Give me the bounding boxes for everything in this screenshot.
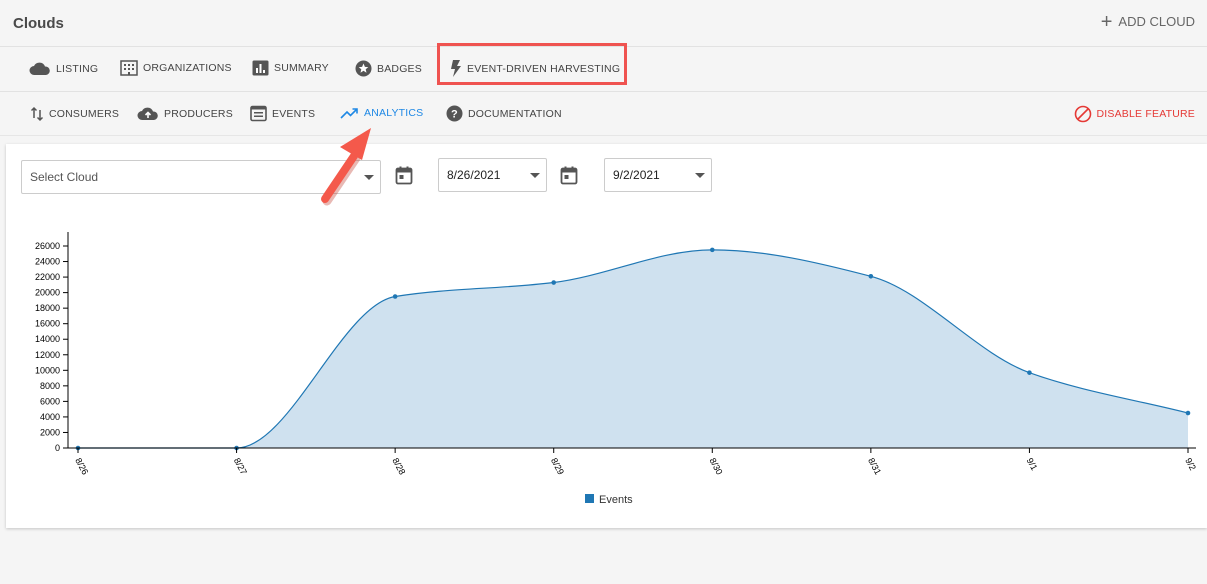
chevron-down-icon xyxy=(364,175,374,180)
cloud-icon xyxy=(29,62,50,75)
cloud-upload-icon xyxy=(137,107,158,120)
calendar-icon[interactable] xyxy=(395,166,413,185)
disable-feature-label: DISABLE FEATURE xyxy=(1096,108,1195,120)
nav-consumers[interactable]: CONSUMERS xyxy=(30,106,119,122)
nav-label: EVENTS xyxy=(272,107,316,120)
list-box-icon xyxy=(250,105,267,122)
chevron-down-icon xyxy=(695,173,705,178)
nav-label: CONSUMERS xyxy=(49,108,120,120)
add-cloud-button[interactable]: + ADD CLOUD xyxy=(1100,10,1195,33)
nav-listing[interactable]: LISTING xyxy=(29,62,98,76)
nav-analytics[interactable]: ANALYTICS xyxy=(340,107,423,119)
nav-organizations[interactable]: ORGANIZATIONS xyxy=(120,60,232,76)
trending-up-icon xyxy=(340,108,358,119)
nav-events[interactable]: EVENTS xyxy=(250,105,315,122)
plus-icon: + xyxy=(1100,10,1113,33)
end-date-select[interactable]: 9/2/2021 xyxy=(604,158,712,192)
building-icon xyxy=(120,60,138,76)
svg-text:?: ? xyxy=(451,109,458,121)
block-icon xyxy=(1074,105,1091,123)
star-badge-icon xyxy=(355,60,372,77)
help-circle-icon: ? xyxy=(446,105,463,122)
start-date-value: 8/26/2021 xyxy=(447,168,501,182)
end-date-value: 9/2/2021 xyxy=(613,168,660,182)
cloud-select-placeholder: Select Cloud xyxy=(30,170,99,184)
page-title: Clouds xyxy=(13,15,64,32)
add-cloud-label: ADD CLOUD xyxy=(1118,14,1195,29)
cloud-select[interactable]: Select Cloud xyxy=(21,160,381,194)
chevron-down-icon xyxy=(530,173,540,178)
nav-label: SUMMARY xyxy=(274,62,329,74)
nav-badges[interactable]: BADGES xyxy=(355,60,422,77)
calendar-icon[interactable] xyxy=(560,166,578,185)
secondary-nav: CONSUMERS PRODUCERS EVENTS ANALYTICS ? D… xyxy=(0,92,1207,136)
nav-label: DOCUMENTATION xyxy=(468,107,562,120)
swap-vertical-icon xyxy=(30,106,44,122)
nav-summary[interactable]: SUMMARY xyxy=(252,60,329,76)
start-date-select[interactable]: 8/26/2021 xyxy=(438,158,547,192)
analytics-card: Select Cloud 8/26/2021 9/2/2021 xyxy=(6,144,1207,528)
nav-label: PRODUCERS xyxy=(164,107,233,120)
highlight-box xyxy=(437,43,627,85)
nav-label: ANALYTICS xyxy=(364,107,424,119)
bar-chart-icon xyxy=(252,60,269,76)
app-header: Clouds + ADD CLOUD xyxy=(0,0,1207,47)
nav-label: LISTING xyxy=(56,63,99,75)
nav-label: ORGANIZATIONS xyxy=(143,62,232,74)
disable-feature-button[interactable]: DISABLE FEATURE xyxy=(1074,105,1196,123)
nav-producers[interactable]: PRODUCERS xyxy=(137,106,233,121)
nav-documentation[interactable]: ? DOCUMENTATION xyxy=(446,105,562,122)
nav-label: BADGES xyxy=(377,62,422,75)
